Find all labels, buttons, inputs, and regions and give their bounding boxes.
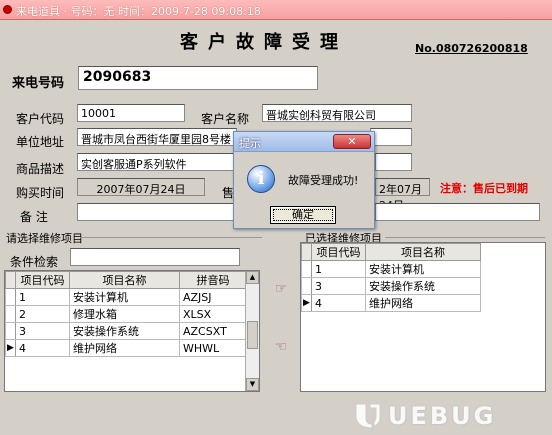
customer-name-label: 客户名称 [201, 112, 250, 126]
address-field[interactable]: 晋城市凤台西街华厦里园8号楼 [77, 128, 237, 146]
table-row[interactable]: 3 安装操作系统 [301, 277, 481, 295]
cell-pinyin: WHWL [179, 339, 247, 357]
page-title: 客户故障受理 [180, 32, 348, 53]
cell-code: 1 [15, 288, 70, 306]
row-indicator [301, 260, 312, 278]
scroll-thumb[interactable] [247, 321, 258, 349]
col-item-code: 项目代码 [311, 243, 366, 261]
caller-label: 来电号码 [12, 76, 65, 91]
address-label: 单位地址 [16, 135, 65, 149]
filter-label: 条件检索 [10, 255, 59, 269]
table-row[interactable]: ▶ 4 维护网络 [301, 294, 481, 312]
ok-button-focus-ring [273, 209, 333, 221]
cell-code: 3 [311, 277, 366, 295]
table-row[interactable]: 2 修理水箱 XLSX [5, 305, 247, 323]
scroll-up-icon[interactable]: ▲ [246, 271, 259, 284]
close-icon[interactable]: ✕ [333, 134, 371, 149]
filter-input[interactable] [70, 248, 240, 266]
selected-items-grid[interactable]: 项目代码 项目名称 1 安装计算机 3 安装操作系统 ▶ 4 维护网络 [300, 242, 546, 392]
table-row[interactable]: 1 安装计算机 [301, 260, 481, 278]
watermark-text: UEBUG [388, 402, 497, 430]
warranty-date-field[interactable]: 2年07月24日 [375, 178, 430, 212]
cell-code: 2 [15, 305, 70, 323]
cell-pinyin: XLSX [179, 305, 247, 323]
watermark-logo-icon [355, 403, 381, 429]
cell-code: 1 [311, 260, 366, 278]
col-item-name: 项目名称 [69, 271, 180, 289]
row-indicator [5, 305, 16, 323]
cell-name: 维护网络 [365, 294, 481, 312]
customer-code-label: 客户代码 [16, 112, 65, 126]
order-number: No.080726200818 [415, 42, 528, 55]
dialog-title: 提示 [239, 137, 261, 150]
product-field-tail[interactable] [375, 153, 412, 171]
hand-left-icon[interactable]: ☜ [270, 340, 292, 354]
cell-code: 3 [15, 322, 70, 340]
window-title: 来电道具 · 号码：无 时间：2009-7-28 09:08:18 [16, 5, 261, 18]
grid-indicator-header [301, 243, 312, 261]
purchase-label: 购买时间 [16, 186, 65, 200]
cell-name: 安装计算机 [365, 260, 481, 278]
left-group-label: 请选择维修项目 [6, 232, 83, 245]
scroll-down-icon[interactable]: ▼ [246, 378, 259, 391]
hand-right-icon[interactable]: ☞ [270, 282, 292, 296]
caller-number-field[interactable]: 2090683 [78, 66, 318, 90]
dialog-titlebar[interactable]: 提示 ✕ [234, 132, 374, 152]
row-indicator [5, 288, 16, 306]
grid-scrollbar[interactable]: ▲ ▼ [245, 271, 259, 391]
product-label: 商品描述 [16, 162, 65, 176]
cell-pinyin: AZJSJ [179, 288, 247, 306]
message-dialog: 提示 ✕ i 故障受理成功! 确定 [233, 131, 375, 229]
customer-code-field[interactable]: 10001 [77, 104, 185, 122]
warranty-notice: 注意：售后已到期 [440, 182, 528, 195]
row-indicator [301, 277, 312, 295]
cell-name: 安装计算机 [69, 288, 180, 306]
cell-name: 维护网络 [69, 339, 180, 357]
remark-field-tail[interactable] [375, 203, 540, 221]
col-pinyin: 拼音码 [179, 271, 247, 289]
remark-field[interactable] [77, 203, 237, 221]
info-icon: i [247, 165, 275, 193]
cell-pinyin: AZCSXT [179, 322, 247, 340]
address-field-tail[interactable] [370, 128, 412, 146]
purchase-date-field[interactable]: 2007年07月24日 [77, 178, 205, 196]
table-row[interactable]: 3 安装操作系统 AZCSXT [5, 322, 247, 340]
cell-code: 4 [15, 339, 70, 357]
col-item-name: 项目名称 [365, 243, 481, 261]
current-row-icon: ▶ [301, 294, 312, 312]
available-items-grid[interactable]: 项目代码 项目名称 拼音码 1 安装计算机 AZJSJ 2 修理水箱 XLSX … [4, 270, 260, 392]
table-row[interactable]: ▶ 4 维护网络 WHWL [5, 339, 247, 357]
col-item-code: 项目代码 [15, 271, 70, 289]
customer-name-field[interactable]: 晋城实创科贸有限公司 [262, 104, 412, 122]
cell-name: 安装操作系统 [365, 277, 481, 295]
cell-name: 安装操作系统 [69, 322, 180, 340]
remark-label: 备 注 [20, 210, 48, 224]
current-row-icon: ▶ [5, 339, 16, 357]
row-indicator [5, 322, 16, 340]
grid-indicator-header [5, 271, 16, 289]
window-titlebar: 来电道具 · 号码：无 时间：2009-7-28 09:08:18 [0, 0, 552, 20]
right-group-divider [385, 237, 545, 238]
app-icon [3, 5, 12, 14]
dialog-message: 故障受理成功! [288, 174, 359, 187]
product-field[interactable]: 实创客服通P系列软件 [77, 153, 237, 171]
left-group-divider [80, 237, 262, 238]
table-row[interactable]: 1 安装计算机 AZJSJ [5, 288, 247, 306]
cell-code: 4 [311, 294, 366, 312]
cell-name: 修理水箱 [69, 305, 180, 323]
